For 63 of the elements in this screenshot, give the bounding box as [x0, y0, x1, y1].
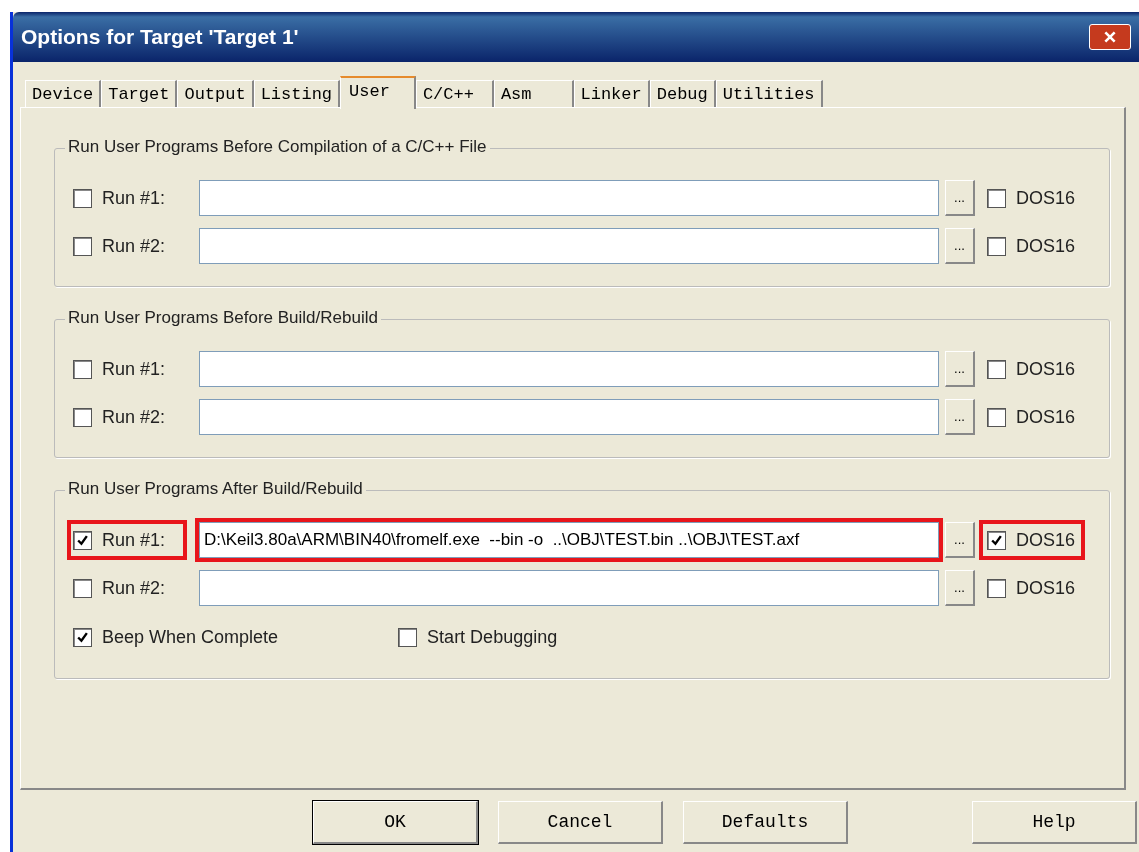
checkbox[interactable]: [987, 359, 1006, 379]
run-label: Run #2:: [102, 577, 166, 599]
group-title: Run User Programs Before Build/Rebuild: [65, 308, 381, 328]
run-label: Run #1:: [102, 529, 166, 551]
tab[interactable]: Target: [101, 80, 178, 107]
close-icon: [1103, 30, 1117, 44]
input-field[interactable]: [199, 351, 939, 387]
checkbox[interactable]: [987, 530, 1006, 550]
tab[interactable]: Asm: [493, 80, 574, 107]
tab[interactable]: C/C++: [415, 80, 494, 107]
checkbox[interactable]: [73, 627, 92, 647]
window-title: Options for Target 'Target 1': [21, 25, 299, 49]
close-button[interactable]: [1089, 24, 1131, 50]
checkbox[interactable]: [73, 407, 92, 427]
dialog-button[interactable]: Help: [972, 801, 1137, 844]
checkbox-label: DOS16: [1016, 529, 1076, 551]
tab[interactable]: Listing: [253, 80, 341, 107]
checkbox[interactable]: [73, 530, 92, 550]
check-icon: [76, 533, 89, 547]
checkbox-label: DOS16: [1016, 577, 1076, 599]
check-icon: [76, 630, 89, 644]
browse-button[interactable]: ...: [945, 399, 975, 435]
checkbox[interactable]: [987, 188, 1006, 208]
checkbox-label: DOS16: [1016, 235, 1076, 257]
group-title: Run User Programs After Build/Rebuild: [65, 479, 366, 499]
browse-button[interactable]: ...: [945, 180, 975, 216]
input-field[interactable]: [199, 570, 939, 606]
tab[interactable]: Device: [25, 80, 102, 107]
checkbox[interactable]: [73, 188, 92, 208]
check-icon: [990, 533, 1003, 547]
run-label: Run #2:: [102, 235, 166, 257]
checkbox[interactable]: [987, 407, 1006, 427]
input-field[interactable]: D:\Keil3.80a\ARM\BIN40\fromelf.exe --bin -o ..\OBJ\TEST.bin ..\OBJ\TEST.axf: [199, 522, 939, 558]
run-label: Run #1:: [102, 358, 166, 380]
checkbox[interactable]: [73, 236, 92, 256]
tab[interactable]: Output: [177, 80, 254, 107]
checkbox-label: DOS16: [1016, 187, 1076, 209]
browse-button[interactable]: ...: [945, 522, 975, 558]
tab[interactable]: Linker: [573, 80, 650, 107]
checkbox[interactable]: [73, 359, 92, 379]
dialog-button[interactable]: OK: [313, 801, 478, 844]
input-field[interactable]: [199, 399, 939, 435]
browse-button[interactable]: ...: [945, 228, 975, 264]
checkbox[interactable]: [987, 578, 1006, 598]
group-title: Run User Programs Before Compilation of a C/C++ File: [65, 137, 490, 157]
checkbox-label: DOS16: [1016, 406, 1076, 428]
browse-button[interactable]: ...: [945, 570, 975, 606]
checkbox-label: Start Debugging: [427, 626, 558, 648]
tab[interactable]: User: [340, 76, 416, 109]
run-label: Run #1:: [102, 187, 166, 209]
input-field[interactable]: [199, 228, 939, 264]
checkbox-label: DOS16: [1016, 358, 1076, 380]
checkbox[interactable]: [73, 578, 92, 598]
tab[interactable]: Utilities: [715, 80, 823, 107]
browse-button[interactable]: ...: [945, 351, 975, 387]
checkbox[interactable]: [398, 627, 418, 647]
dialog-button[interactable]: Defaults: [683, 801, 848, 844]
checkbox[interactable]: [987, 236, 1006, 256]
tab[interactable]: Debug: [649, 80, 716, 107]
run-label: Run #2:: [102, 406, 166, 428]
input-field[interactable]: [199, 180, 939, 216]
dialog-button[interactable]: Cancel: [498, 801, 663, 844]
checkbox-label: Beep When Complete: [102, 626, 279, 648]
